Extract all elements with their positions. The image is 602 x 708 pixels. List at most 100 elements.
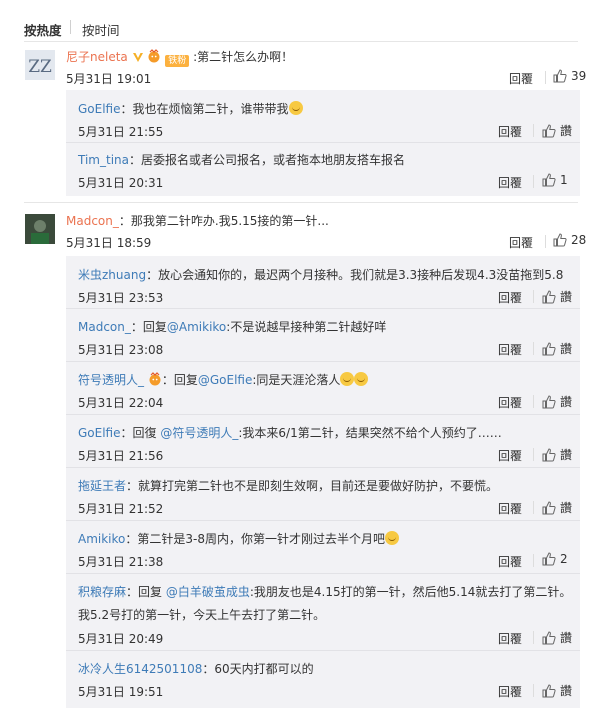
reply-text: Tim_tina：居委报名或者公司报名，或者拖本地朋友搭车报名 <box>78 151 405 168</box>
reply-button[interactable]: 回覆 <box>509 70 533 87</box>
comment-body: ：那我第二针咋办.我5.15接的第一针... <box>118 214 329 228</box>
reply-item: GoElfie：回復 @符号透明人_:我本来6/1第二针，结果突然不给个人预约了… <box>66 415 580 468</box>
reply-username-link[interactable]: 拖延王者 <box>78 479 126 493</box>
like-count: 28 <box>571 233 587 247</box>
like-button[interactable]: 讚 <box>542 682 572 699</box>
reply-text: GoElfie：我也在烦恼第二针，谁带带我 <box>78 100 303 117</box>
action-separator <box>533 175 534 188</box>
action-separator <box>533 501 534 514</box>
reply-username-link[interactable]: 积粮存麻 <box>78 585 126 599</box>
thumbs-up-icon <box>542 447 556 461</box>
sort-by-hot-tab[interactable]: 按热度 <box>24 20 62 39</box>
reply-body: ：就算打完第二针也不是即刻生效啊，目前还是要做好防护，不要慌。 <box>126 479 499 493</box>
reply-time: 5月31日 22:04 <box>78 396 164 410</box>
comment-item: ZZ 尼子neleta 铁粉 :第二针怎么办啊！ 5月31日 19:01 回覆 … <box>0 42 602 202</box>
like-button[interactable]: 讚 <box>542 446 572 463</box>
like-button[interactable]: 2 <box>542 552 568 566</box>
like-label: 讚 <box>560 124 573 138</box>
reply-body: :不是说越早接种第二针越好咩 <box>226 320 387 334</box>
laughing-emoji-icon <box>340 372 355 386</box>
like-button[interactable]: 讚 <box>542 288 572 305</box>
reply-button[interactable]: 回覆 <box>509 234 533 251</box>
reply-time: 5月31日 20:49 <box>78 632 164 646</box>
mention-link[interactable]: @GoElfie <box>198 373 253 387</box>
sort-by-time-tab[interactable]: 按时间 <box>82 20 120 39</box>
like-button[interactable]: 讚 <box>542 393 572 410</box>
reply-button[interactable]: 回覆 <box>498 553 522 570</box>
reply-time: 5月31日 19:51 <box>78 685 164 699</box>
sort-separator <box>70 20 71 34</box>
reply-username-link[interactable]: Tim_tina <box>78 153 129 167</box>
reply-text: 冰冷人生6142501108：60天内打都可以的 <box>78 660 314 677</box>
mention-link[interactable]: @白羊破茧成虫 <box>166 585 250 599</box>
reply-item: 米虫zhuang：放心会通知你的，最迟两个月接种。我们就是3.3接种后发现4.3… <box>66 256 580 309</box>
reply-username-link[interactable]: GoElfie <box>78 426 121 440</box>
thumbs-up-icon <box>542 683 556 697</box>
action-separator <box>533 448 534 461</box>
reply-body: ：居委报名或者公司报名，或者拖本地朋友搭车报名 <box>128 153 405 167</box>
reply-username-link[interactable]: Madcon_ <box>78 320 131 334</box>
member-crown-icon <box>149 372 161 386</box>
avatar[interactable]: ZZ <box>25 50 55 80</box>
reply-time: 5月31日 23:08 <box>78 343 164 357</box>
avatar[interactable] <box>25 214 55 244</box>
comment-text: Madcon_：那我第二针咋办.我5.15接的第一针... <box>66 212 329 229</box>
like-button[interactable]: 1 <box>542 173 568 187</box>
reply-button[interactable]: 回覆 <box>498 500 522 517</box>
reply-item: 冰冷人生6142501108：60天内打都可以的 5月31日 19:51 回覆 … <box>66 651 580 708</box>
reply-body: ：60天内打都可以的 <box>202 662 314 676</box>
reply-button[interactable]: 回覆 <box>498 447 522 464</box>
like-label: 讚 <box>560 448 573 462</box>
reply-item: 积粮存麻：回复 @白羊破茧成虫:我朋友也是4.15打的第一针，然后他5.14就去… <box>66 574 580 651</box>
reply-button[interactable]: 回覆 <box>498 174 522 191</box>
mention-link[interactable]: @符号透明人_ <box>160 426 238 440</box>
like-button[interactable]: 讚 <box>542 499 572 516</box>
reply-button[interactable]: 回覆 <box>498 394 522 411</box>
username-link[interactable]: Madcon_ <box>66 214 119 228</box>
reply-item: Tim_tina：居委报名或者公司报名，或者拖本地朋友搭车报名 5月31日 20… <box>66 143 580 196</box>
thumbs-up-icon <box>542 341 556 355</box>
reply-text: 拖延王者：就算打完第二针也不是即刻生效啊，目前还是要做好防护，不要慌。 <box>78 477 498 494</box>
like-label: 讚 <box>560 631 573 645</box>
reply-button[interactable]: 回覆 <box>498 289 522 306</box>
like-button[interactable]: 讚 <box>542 122 572 139</box>
member-crown-icon <box>148 49 160 63</box>
reply-text: 符号透明人_ ：回复@GoElfie:同是天涯沦落人 <box>78 371 369 388</box>
reply-body: ：放心会通知你的，最迟两个月接种。我们就是3.3接种后发现4.3没苗拖到5.8 <box>146 268 564 282</box>
like-button[interactable]: 讚 <box>542 340 572 357</box>
reply-username-link[interactable]: 符号透明人_ <box>78 373 144 387</box>
reply-button[interactable]: 回覆 <box>498 630 522 647</box>
reply-time: 5月31日 21:38 <box>78 555 164 569</box>
like-button[interactable]: 讚 <box>542 629 572 646</box>
like-button[interactable]: 39 <box>553 69 586 83</box>
like-label: 讚 <box>560 290 573 304</box>
reply-button[interactable]: 回覆 <box>498 683 522 700</box>
thumbs-up-icon <box>542 500 556 514</box>
reply-item: GoElfie：我也在烦恼第二针，谁带带我 5月31日 21:55 回覆 讚 <box>66 90 580 143</box>
reply-prefix: ：回復 <box>120 426 161 440</box>
reply-username-link[interactable]: GoElfie <box>78 102 121 116</box>
like-count: 2 <box>560 552 568 566</box>
username-link[interactable]: 尼子neleta <box>66 50 128 64</box>
reply-username-link[interactable]: 冰冷人生6142501108 <box>78 662 202 676</box>
reply-username-link[interactable]: 米虫zhuang <box>78 268 146 282</box>
reply-button[interactable]: 回覆 <box>498 123 522 140</box>
reply-text-continued: 我5.2号打的第一针，今天上午去打了第二针。 <box>78 608 326 622</box>
sweat-smile-emoji-icon <box>385 531 399 545</box>
reply-username-link[interactable]: Amikiko <box>78 532 125 546</box>
reply-time: 5月31日 23:53 <box>78 291 164 305</box>
reply-button[interactable]: 回覆 <box>498 341 522 358</box>
reply-text: Madcon_：回复@Amikiko:不是说越早接种第二针越好咩 <box>78 318 386 335</box>
sort-bar: 按热度 按时间 <box>0 0 602 42</box>
like-label: 讚 <box>560 684 573 698</box>
like-button[interactable]: 28 <box>553 233 586 247</box>
reply-text: GoElfie：回復 @符号透明人_:我本来6/1第二针，结果突然不给个人预约了… <box>78 424 502 441</box>
action-separator <box>533 124 534 137</box>
like-label: 讚 <box>560 395 573 409</box>
reply-prefix: ：回复 <box>130 320 167 334</box>
thumbs-up-icon <box>542 123 556 137</box>
action-separator <box>533 631 534 644</box>
laughing-emoji-icon <box>354 372 369 386</box>
mention-link[interactable]: @Amikiko <box>167 320 226 334</box>
reply-text: Amikiko：第二针是3-8周内，你第一针才刚过去半个月吧 <box>78 530 399 547</box>
